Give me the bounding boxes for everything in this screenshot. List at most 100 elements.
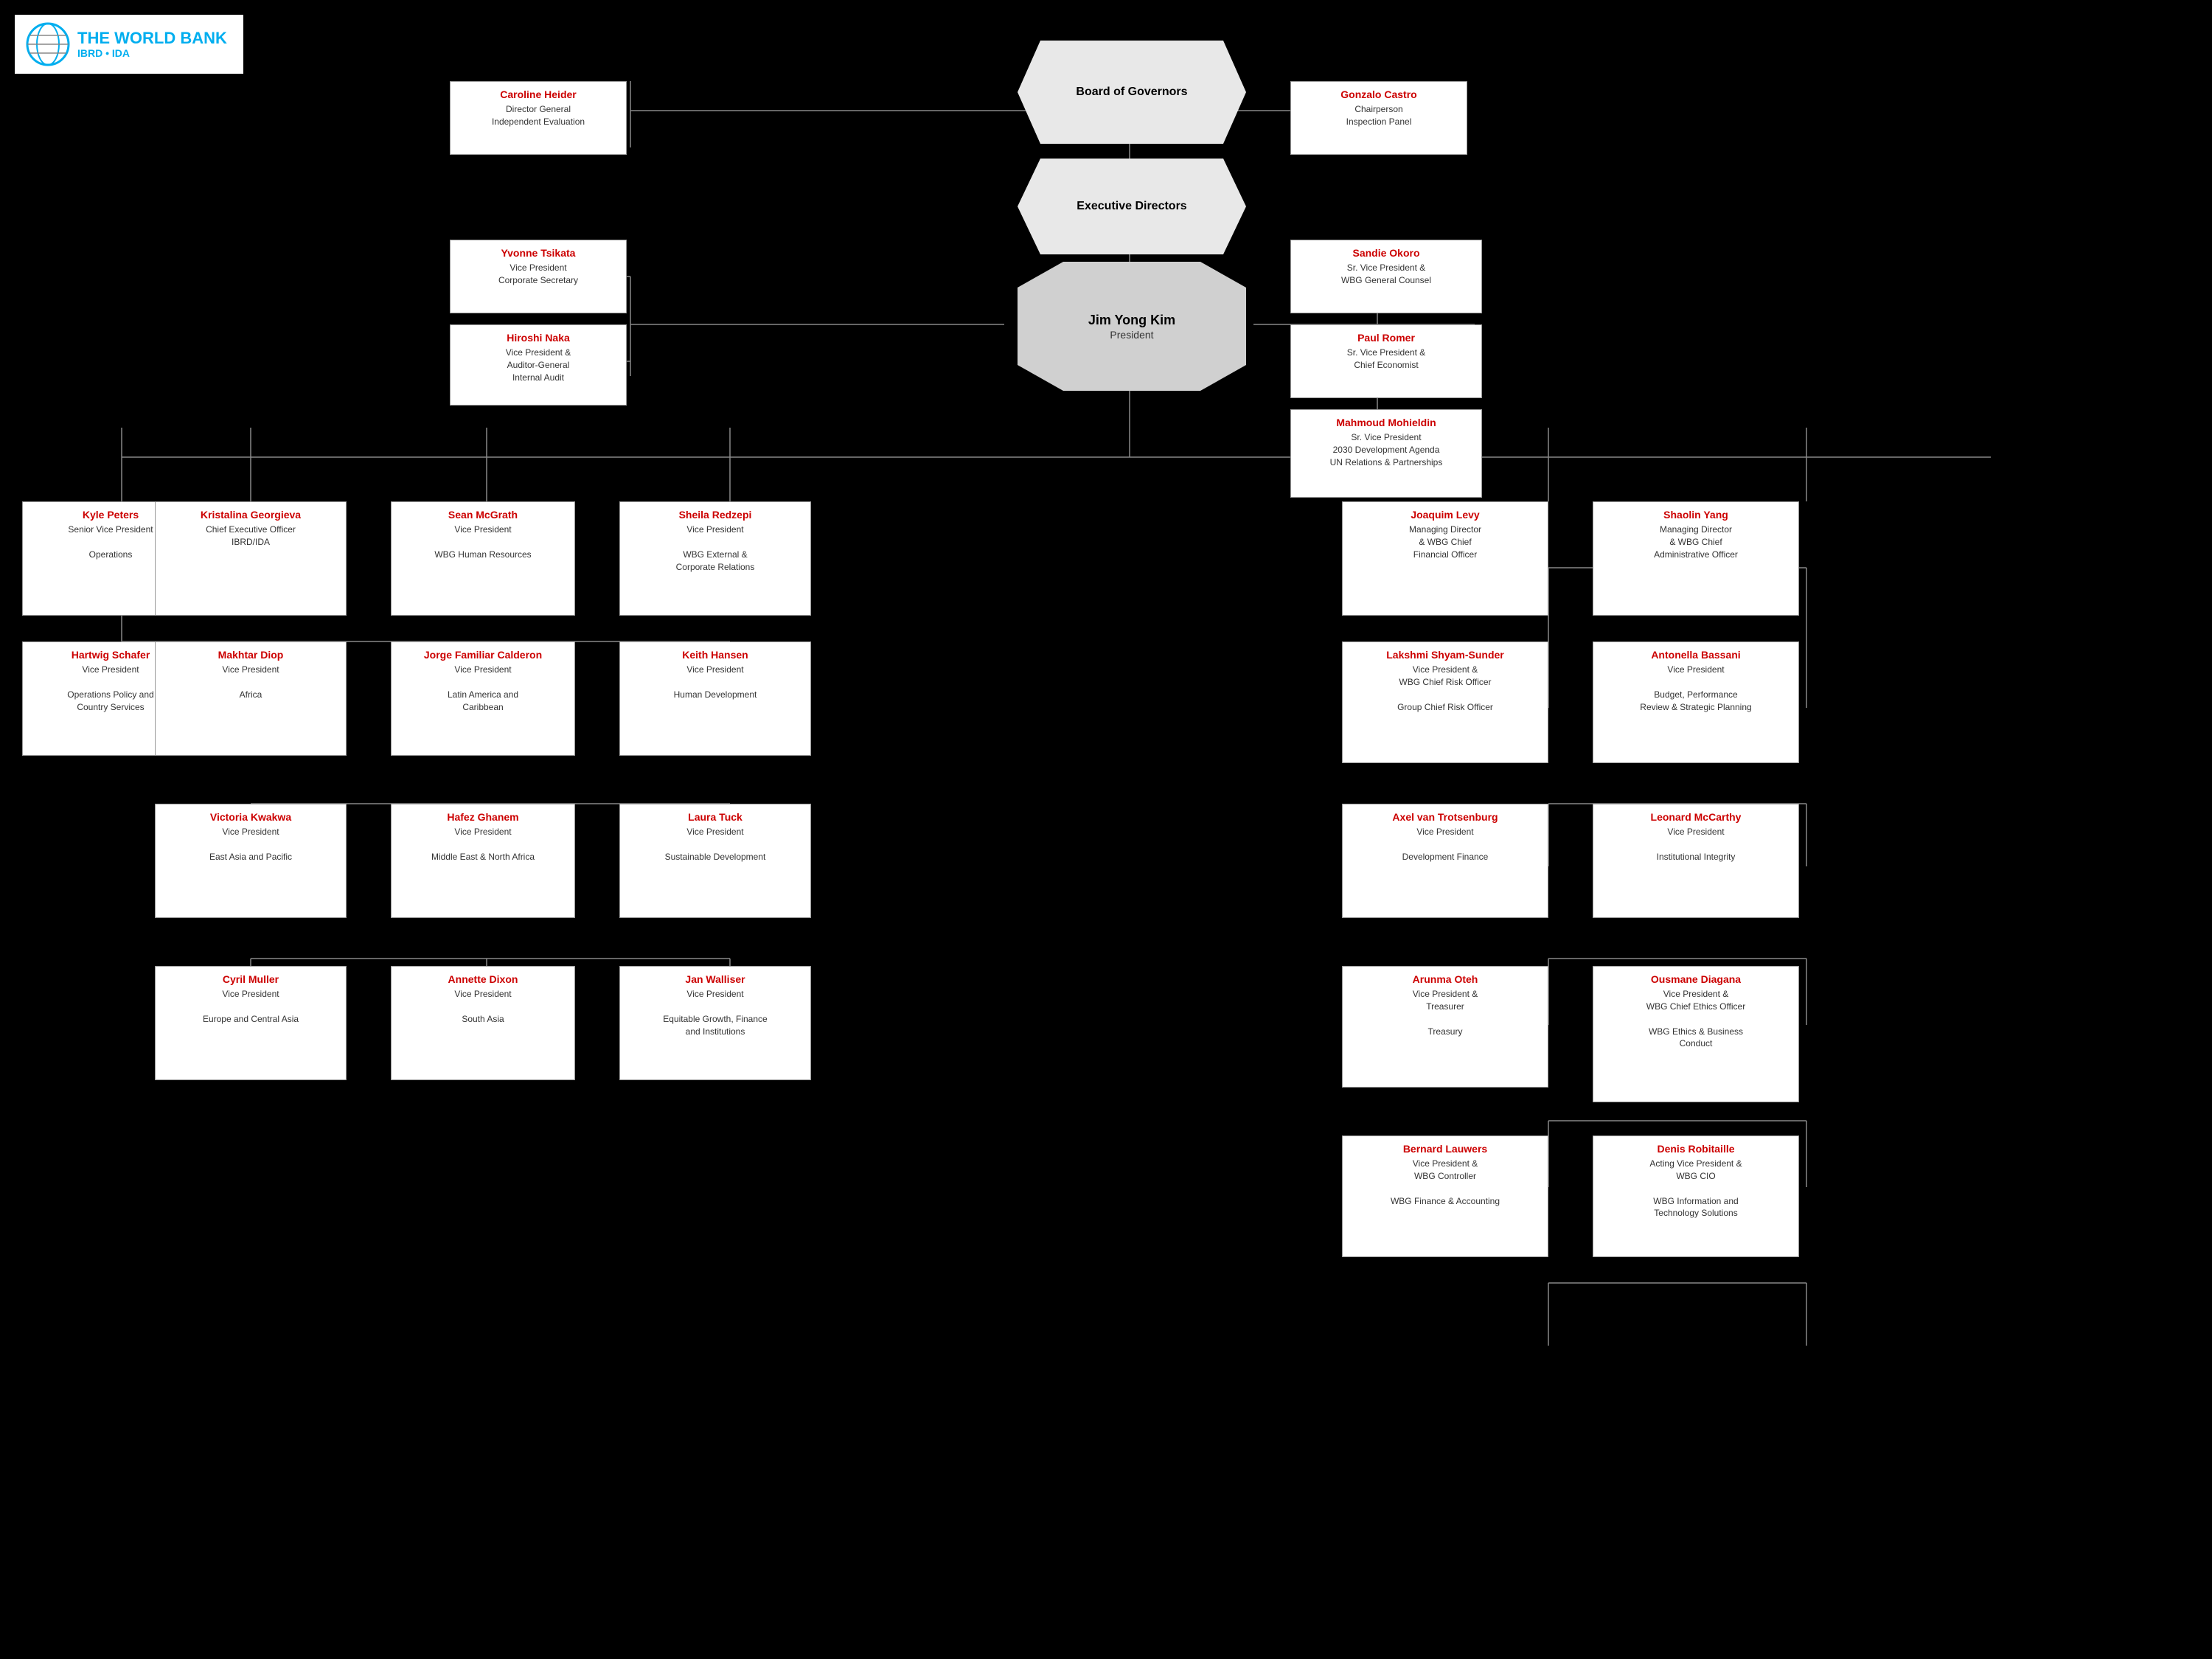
annette-title: Vice PresidentSouth Asia [399,988,567,1025]
laura-box: Laura Tuck Vice PresidentSustainable Dev… [619,804,811,918]
victoria-box: Victoria Kwakwa Vice PresidentEast Asia … [155,804,347,918]
caroline-name: Caroline Heider [458,88,619,101]
sean-name: Sean McGrath [399,508,567,521]
leonard-title: Vice PresidentInstitutional Integrity [1601,826,1791,863]
sandie-name: Sandie Okoro [1298,246,1474,260]
bernard-box: Bernard Lauwers Vice President &WBG Cont… [1342,1135,1548,1257]
paul-romer-box: Paul Romer Sr. Vice President &Chief Eco… [1290,324,1482,398]
logo-text: THE WORLD BANK IBRD • IDA [77,29,227,59]
yvonne-title: Vice PresidentCorporate Secretary [458,262,619,287]
mahmoud-box: Mahmoud Mohieldin Sr. Vice President2030… [1290,409,1482,498]
denis-title: Acting Vice President &WBG CIOWBG Inform… [1601,1158,1791,1220]
sandie-okoro-box: Sandie Okoro Sr. Vice President &WBG Gen… [1290,240,1482,313]
bernard-title: Vice President &WBG ControllerWBG Financ… [1350,1158,1540,1207]
kristalina-box: Kristalina Georgieva Chief Executive Off… [155,501,347,616]
jorge-name: Jorge Familiar Calderon [399,648,567,661]
logo-name: THE WORLD BANK [77,29,227,47]
executive-directors-box: Executive Directors [1018,159,1246,254]
paul-name: Paul Romer [1298,331,1474,344]
jan-title: Vice PresidentEquitable Growth, Financea… [627,988,803,1037]
joaquim-title: Managing Director& WBG ChiefFinancial Of… [1350,524,1540,560]
jan-name: Jan Walliser [627,973,803,986]
makhtar-title: Vice PresidentAfrica [163,664,338,700]
lakshmi-name: Lakshmi Shyam-Sunder [1350,648,1540,661]
makhtar-name: Makhtar Diop [163,648,338,661]
hiroshi-naka-box: Hiroshi Naka Vice President &Auditor-Gen… [450,324,627,406]
ousmane-name: Ousmane Diagana [1601,973,1791,986]
shaolin-title: Managing Director& WBG ChiefAdministrati… [1601,524,1791,560]
annette-name: Annette Dixon [399,973,567,986]
world-bank-logo-icon [26,22,70,66]
antonella-box: Antonella Bassani Vice PresidentBudget, … [1593,641,1799,763]
denis-name: Denis Robitaille [1601,1142,1791,1155]
kristalina-name: Kristalina Georgieva [163,508,338,521]
keith-box: Keith Hansen Vice PresidentHuman Develop… [619,641,811,756]
gonzalo-title: ChairpersonInspection Panel [1298,103,1459,128]
sheila-name: Sheila Redzepi [627,508,803,521]
sandie-title: Sr. Vice President &WBG General Counsel [1298,262,1474,287]
board-of-governors-label: Board of Governors [1054,78,1209,106]
laura-name: Laura Tuck [627,810,803,824]
hafez-box: Hafez Ghanem Vice PresidentMiddle East &… [391,804,575,918]
axel-box: Axel van Trotsenburg Vice PresidentDevel… [1342,804,1548,918]
executive-directors-label: Executive Directors [1054,192,1208,220]
sean-box: Sean McGrath Vice PresidentWBG Human Res… [391,501,575,616]
yvonne-name: Yvonne Tsikata [458,246,619,260]
shaolin-name: Shaolin Yang [1601,508,1791,521]
axel-title: Vice PresidentDevelopment Finance [1350,826,1540,863]
president-name: Jim Yong Kim [1088,312,1175,329]
shaolin-box: Shaolin Yang Managing Director& WBG Chie… [1593,501,1799,616]
laura-title: Vice PresidentSustainable Development [627,826,803,863]
sheila-box: Sheila Redzepi Vice PresidentWBG Externa… [619,501,811,616]
president-title: President [1088,329,1175,341]
logo-area: THE WORLD BANK IBRD • IDA [15,15,243,74]
board-of-governors-box: Board of Governors [1018,41,1246,144]
ousmane-title: Vice President &WBG Chief Ethics Officer… [1601,988,1791,1050]
arunma-name: Arunma Oteh [1350,973,1540,986]
joaquim-box: Joaquim Levy Managing Director& WBG Chie… [1342,501,1548,616]
makhtar-box: Makhtar Diop Vice PresidentAfrica [155,641,347,756]
lakshmi-title: Vice President &WBG Chief Risk OfficerGr… [1350,664,1540,713]
antonella-name: Antonella Bassani [1601,648,1791,661]
leonard-box: Leonard McCarthy Vice PresidentInstituti… [1593,804,1799,918]
org-chart: THE WORLD BANK IBRD • IDA Board of Gover… [0,0,2212,1659]
jorge-title: Vice PresidentLatin America andCaribbean [399,664,567,713]
keith-name: Keith Hansen [627,648,803,661]
bernard-name: Bernard Lauwers [1350,1142,1540,1155]
victoria-name: Victoria Kwakwa [163,810,338,824]
hiroshi-name: Hiroshi Naka [458,331,619,344]
jorge-box: Jorge Familiar Calderon Vice PresidentLa… [391,641,575,756]
mahmoud-title: Sr. Vice President2030 Development Agend… [1298,431,1474,468]
keith-title: Vice PresidentHuman Development [627,664,803,700]
sean-title: Vice PresidentWBG Human Resources [399,524,567,560]
hiroshi-title: Vice President &Auditor-GeneralInternal … [458,347,619,383]
axel-name: Axel van Trotsenburg [1350,810,1540,824]
gonzalo-name: Gonzalo Castro [1298,88,1459,101]
antonella-title: Vice PresidentBudget, PerformanceReview … [1601,664,1791,713]
yvonne-tsikata-box: Yvonne Tsikata Vice PresidentCorporate S… [450,240,627,313]
cyril-name: Cyril Muller [163,973,338,986]
gonzalo-castro-box: Gonzalo Castro ChairpersonInspection Pan… [1290,81,1467,155]
sheila-title: Vice PresidentWBG External &Corporate Re… [627,524,803,573]
leonard-name: Leonard McCarthy [1601,810,1791,824]
hafez-title: Vice PresidentMiddle East & North Africa [399,826,567,863]
mahmoud-name: Mahmoud Mohieldin [1298,416,1474,429]
logo-sub: IBRD • IDA [77,47,227,59]
caroline-heider-box: Caroline Heider Director GeneralIndepend… [450,81,627,155]
arunma-title: Vice President &TreasurerTreasury [1350,988,1540,1037]
cyril-box: Cyril Muller Vice PresidentEurope and Ce… [155,966,347,1080]
annette-box: Annette Dixon Vice PresidentSouth Asia [391,966,575,1080]
caroline-title: Director GeneralIndependent Evaluation [458,103,619,128]
kristalina-title: Chief Executive OfficerIBRD/IDA [163,524,338,549]
paul-title: Sr. Vice President &Chief Economist [1298,347,1474,372]
arunma-box: Arunma Oteh Vice President &TreasurerTre… [1342,966,1548,1088]
denis-box: Denis Robitaille Acting Vice President &… [1593,1135,1799,1257]
ousmane-box: Ousmane Diagana Vice President &WBG Chie… [1593,966,1799,1102]
lakshmi-box: Lakshmi Shyam-Sunder Vice President &WBG… [1342,641,1548,763]
joaquim-name: Joaquim Levy [1350,508,1540,521]
victoria-title: Vice PresidentEast Asia and Pacific [163,826,338,863]
hafez-name: Hafez Ghanem [399,810,567,824]
president-box: Jim Yong Kim President [1018,262,1246,391]
jan-box: Jan Walliser Vice PresidentEquitable Gro… [619,966,811,1080]
cyril-title: Vice PresidentEurope and Central Asia [163,988,338,1025]
